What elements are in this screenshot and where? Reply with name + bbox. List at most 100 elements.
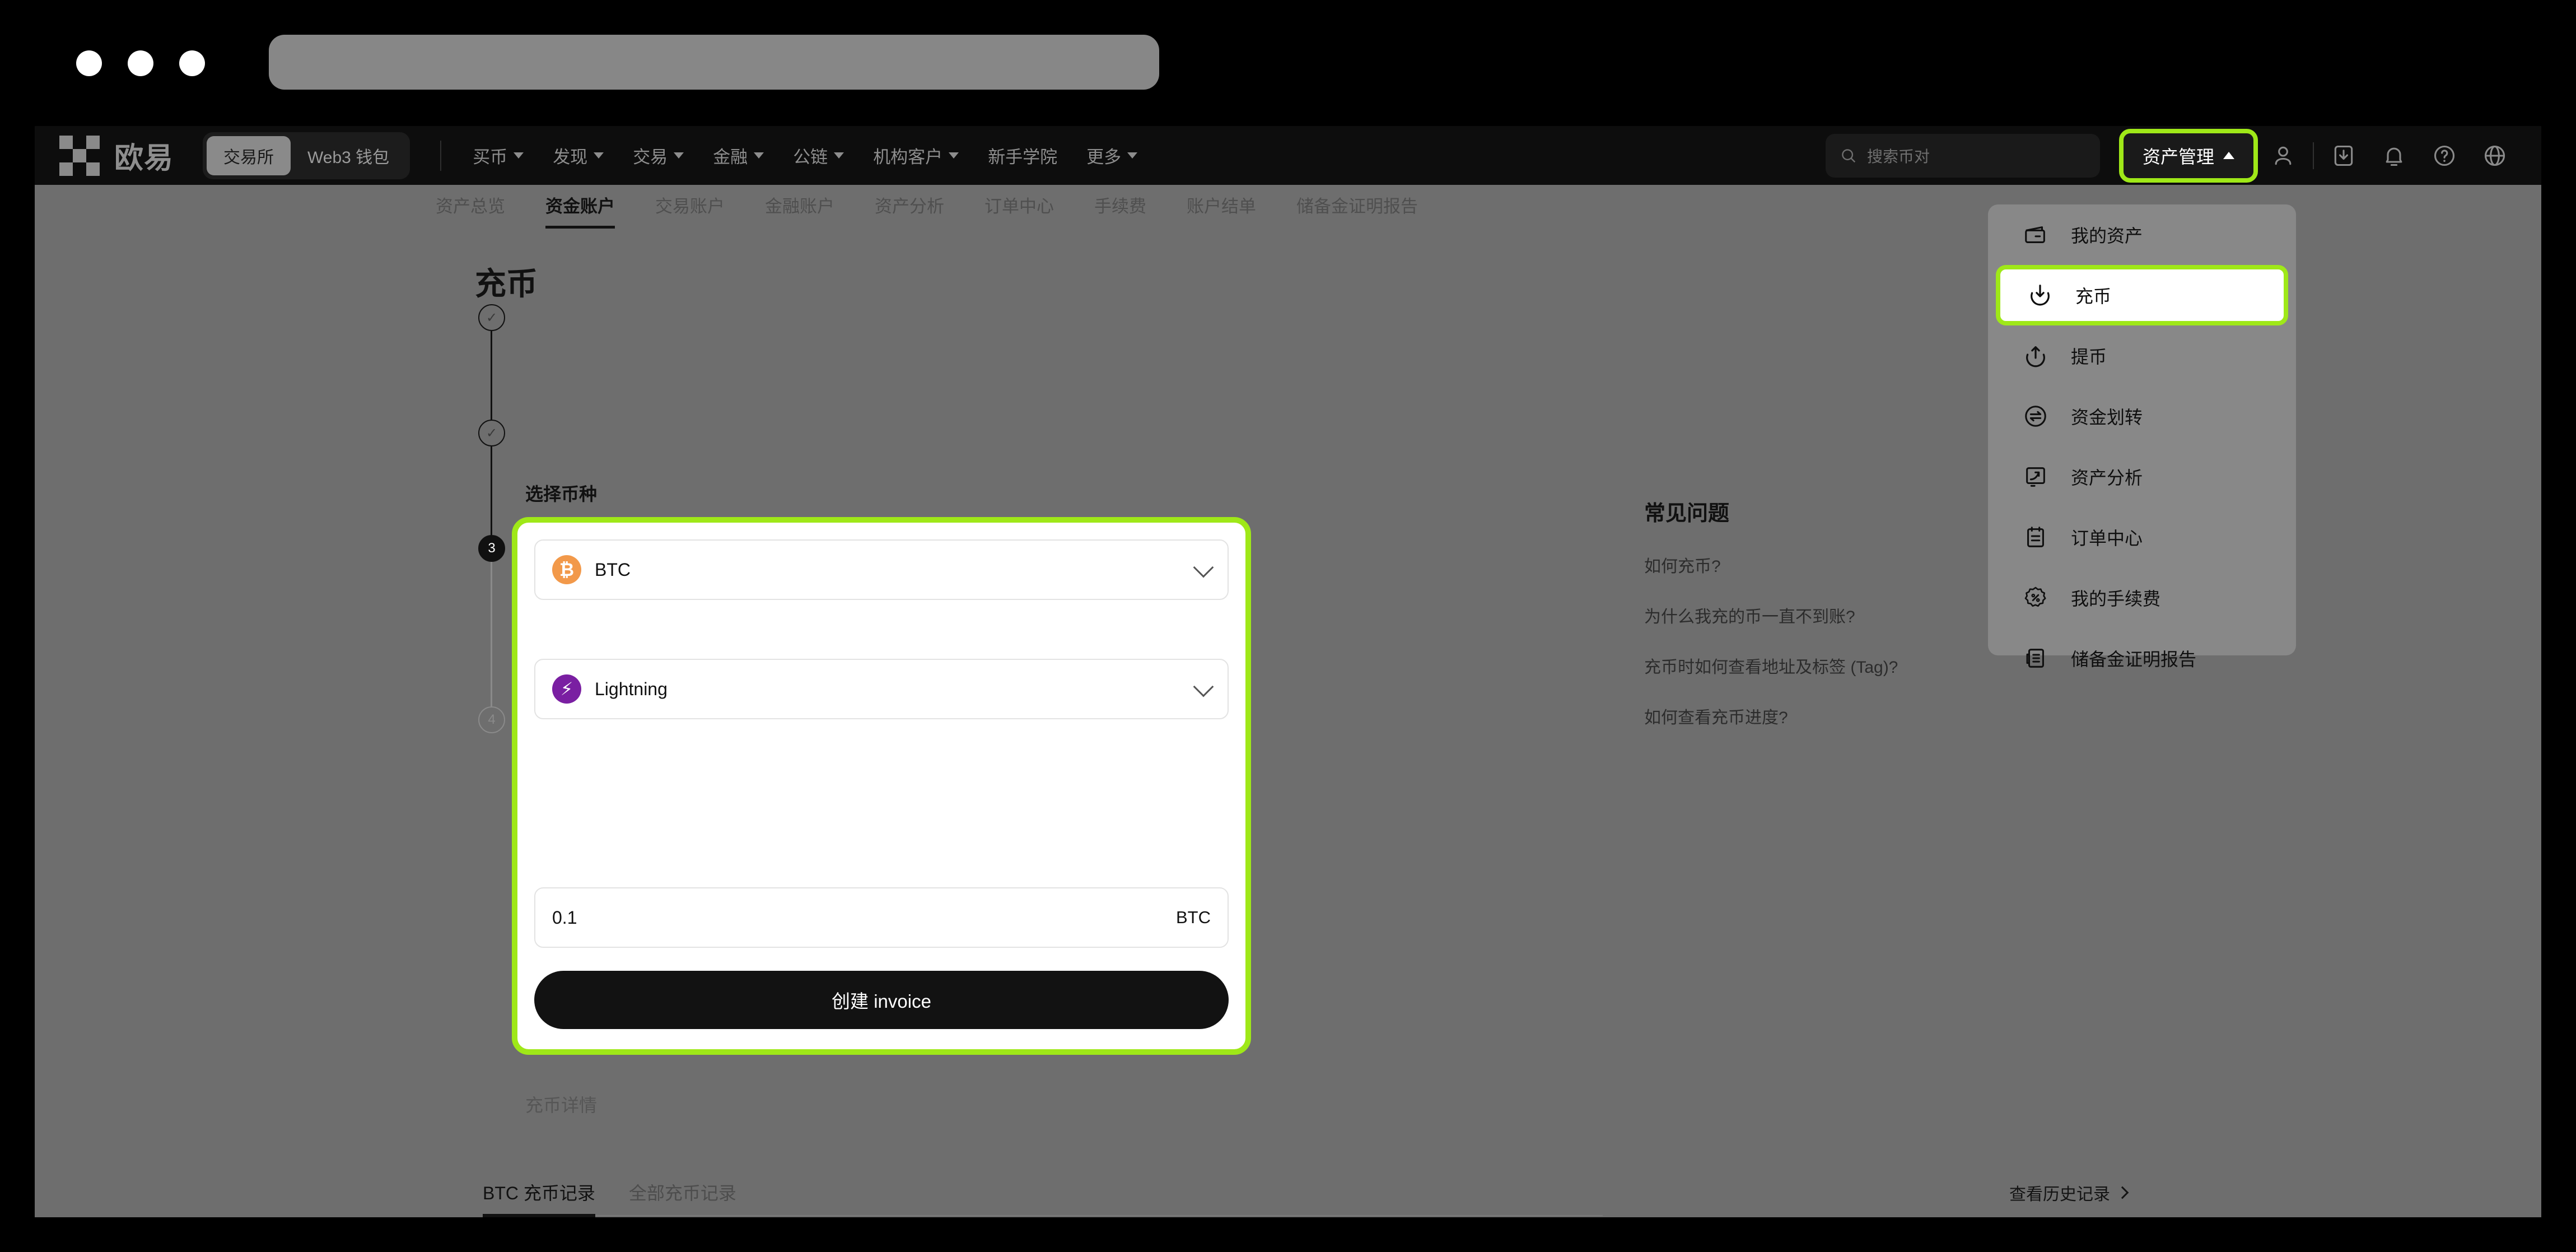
okx-logo-icon [59, 135, 100, 176]
faq-item[interactable]: 充币时如何查看地址及标签 (Tag)? [1644, 653, 2036, 678]
amount-input-field[interactable]: 0.1 BTC [534, 887, 1229, 948]
step-connector [491, 446, 492, 535]
faq-title: 常见问题 [1644, 502, 1730, 525]
menu-item-label: 储备金证明报告 [2071, 649, 2197, 669]
menu-item-asset-analysis[interactable]: 资产分析 [1988, 446, 2296, 507]
fee-icon [2024, 587, 2046, 607]
nav-item-institutional[interactable]: 机构客户 [873, 143, 959, 168]
subnav-tab-financial-account[interactable]: 金融账户 [765, 192, 834, 225]
top-navigation-bar: 欧易 交易所 Web3 钱包 买币 发现 交易 金融 公链 机构客户 新手学院 … [35, 126, 2541, 185]
transfer-icon [2025, 406, 2046, 427]
chevron-up-icon [2223, 152, 2234, 159]
nav-item-label: 金融 [713, 147, 748, 167]
globe-icon [2484, 145, 2505, 166]
view-history-link[interactable]: 查看历史记录 [2009, 1180, 2129, 1205]
nav-item-more[interactable]: 更多 [1086, 143, 1138, 168]
nav-divider [440, 140, 442, 171]
url-bar[interactable] [269, 35, 1159, 90]
nav-item-label: 买币 [473, 147, 508, 167]
menu-item-deposit[interactable]: 充币 [1996, 265, 2288, 325]
faq-panel: 常见问题 如何充币? 为什么我充的币一直不到账? 充币时如何查看地址及标签 (T… [1644, 496, 2036, 754]
faq-item[interactable]: 如何充币? [1644, 552, 2036, 577]
download-app-button[interactable] [2318, 131, 2369, 181]
chevron-down-icon [514, 152, 524, 159]
coin-select-field[interactable]: ₿ BTC [534, 539, 1229, 600]
asset-management-button[interactable]: 资产管理 [2118, 128, 2258, 183]
nav-item-trade[interactable]: 交易 [633, 143, 684, 168]
nav-item-label: 更多 [1086, 147, 1122, 167]
step-2-check-icon: ✓ [478, 420, 505, 446]
minimize-window-button[interactable] [128, 50, 153, 76]
lightning-network-icon: ⚡ [552, 674, 581, 704]
nav-item-label: 发现 [553, 147, 588, 167]
menu-item-por-report[interactable]: 储备金证明报告 [1988, 628, 2296, 688]
subnav-tab-trading-account[interactable]: 交易账户 [655, 192, 725, 225]
nav-item-academy[interactable]: 新手学院 [988, 143, 1057, 168]
user-account-button[interactable] [2258, 131, 2308, 181]
create-invoice-button[interactable]: 创建 invoice [534, 971, 1229, 1029]
menu-item-my-assets[interactable]: 我的资产 [1988, 204, 2296, 265]
menu-item-label: 订单中心 [2071, 528, 2143, 548]
faq-item[interactable]: 为什么我充的币一直不到账? [1644, 603, 2036, 627]
amount-input-value: 0.1 [552, 907, 577, 928]
brand-name: 欧易 [114, 142, 174, 175]
view-history-label: 查看历史记录 [2009, 1185, 2110, 1204]
help-icon [2434, 145, 2455, 166]
records-tab-all[interactable]: 全部充币记录 [629, 1179, 736, 1217]
report-icon [2026, 649, 2044, 668]
nav-item-label: 公链 [793, 147, 828, 167]
network-select-value: Lightning [595, 678, 668, 699]
chevron-down-icon [594, 152, 604, 159]
subnav-tab-asset-analysis[interactable]: 资产分析 [875, 192, 944, 225]
asset-management-label: 资产管理 [2142, 146, 2214, 167]
subnav-tab-order-center[interactable]: 订单中心 [984, 192, 1054, 225]
top-nav-right-group: 搜索币对 资产管理 [1825, 126, 2520, 185]
brand-logo[interactable]: 欧易 [59, 134, 174, 176]
wallet-icon [2025, 226, 2045, 243]
language-button[interactable] [2470, 131, 2520, 181]
nav-item-finance[interactable]: 金融 [713, 143, 764, 168]
icon-divider [2313, 142, 2314, 169]
close-window-button[interactable] [76, 50, 102, 76]
step-1-label: 选择币种 [525, 484, 598, 504]
deposit-form-card: ₿ BTC ⚡ Lightning 0.1 BTC 创建 invoice [512, 517, 1251, 1055]
network-select-field[interactable]: ⚡ Lightning [534, 659, 1229, 719]
search-input[interactable]: 搜索币对 [1825, 133, 2100, 178]
step-1-indicator: ✓ [478, 304, 512, 331]
step-4-indicator: 4 [478, 706, 512, 733]
faq-item[interactable]: 如何查看充币进度? [1644, 704, 2036, 728]
order-icon [2027, 527, 2044, 547]
menu-item-order-center[interactable]: 订单中心 [1988, 507, 2296, 567]
menu-item-transfer[interactable]: 资金划转 [1988, 386, 2296, 446]
withdraw-icon [2026, 346, 2045, 367]
nav-item-discover[interactable]: 发现 [553, 143, 604, 168]
subnav-tab-funding-account[interactable]: 资金账户 [545, 192, 615, 229]
subnav-tab-asset-overview[interactable]: 资产总览 [436, 192, 505, 225]
deposit-icon [2031, 285, 2050, 306]
menu-item-label: 充币 [2075, 286, 2112, 306]
user-icon [2275, 146, 2292, 165]
step-1-check-icon: ✓ [478, 304, 505, 331]
maximize-window-button[interactable] [179, 50, 205, 76]
subnav-tab-statements[interactable]: 账户结单 [1187, 192, 1256, 225]
nav-item-buy-crypto[interactable]: 买币 [473, 143, 524, 168]
page-content: 欧易 交易所 Web3 钱包 买币 发现 交易 金融 公链 机构客户 新手学院 … [35, 126, 2541, 1217]
notifications-button[interactable] [2369, 131, 2419, 181]
menu-item-withdraw[interactable]: 提币 [1988, 325, 2296, 386]
menu-item-my-fees[interactable]: 我的手续费 [1988, 567, 2296, 628]
segment-web3-wallet[interactable]: Web3 钱包 [291, 136, 406, 175]
segment-exchange[interactable]: 交易所 [207, 136, 291, 175]
menu-item-label: 资产分析 [2071, 468, 2143, 488]
help-button[interactable] [2419, 131, 2470, 181]
product-switcher[interactable]: 交易所 Web3 钱包 [203, 132, 410, 179]
btc-coin-icon: ₿ [552, 555, 581, 584]
menu-item-label: 资金划转 [2071, 407, 2143, 427]
subnav-tab-por-report[interactable]: 储备金证明报告 [1296, 192, 1418, 225]
records-tab-btc[interactable]: BTC 充币记录 [483, 1179, 595, 1217]
subnav-tab-fees[interactable]: 手续费 [1094, 192, 1146, 225]
browser-window: 欧易 交易所 Web3 钱包 买币 发现 交易 金融 公链 机构客户 新手学院 … [0, 0, 2576, 1252]
download-icon [2334, 145, 2353, 166]
menu-item-label: 我的资产 [2071, 226, 2143, 246]
nav-item-label: 新手学院 [988, 147, 1058, 167]
nav-item-chain[interactable]: 公链 [793, 143, 844, 168]
